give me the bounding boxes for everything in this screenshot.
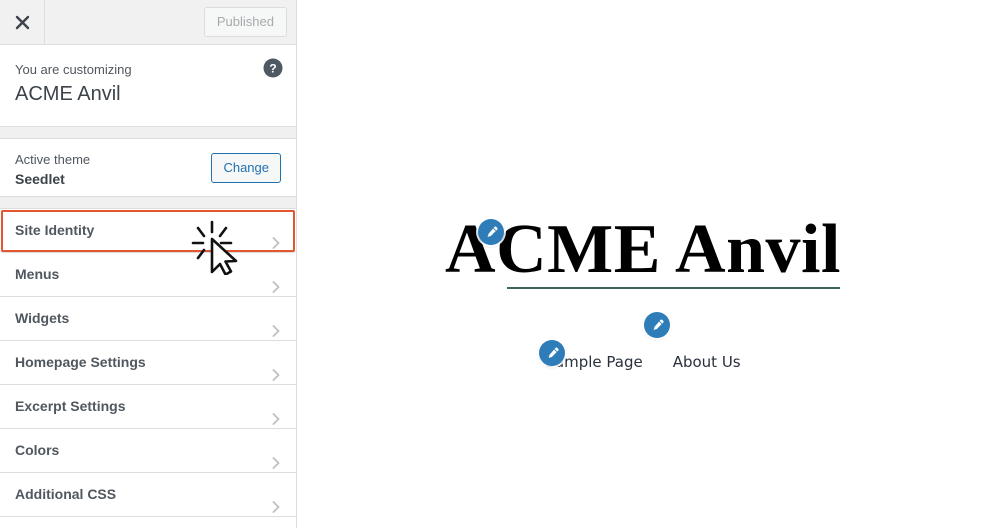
customizing-label: You are customizing <box>15 62 132 77</box>
sidebar-section-colors[interactable]: Colors <box>0 429 296 473</box>
sidebar-section-label: Menus <box>15 266 60 282</box>
edit-menu-shortcut[interactable] <box>644 312 670 338</box>
sidebar-section-site-identity[interactable]: Site Identity <box>0 209 296 253</box>
sidebar-section-label: Homepage Settings <box>15 354 146 370</box>
sidebar-section-homepage-settings[interactable]: Homepage Settings <box>0 341 296 385</box>
customizer-window: Published You are customizing ACME Anvil… <box>0 0 988 528</box>
sidebar-section-excerpt-settings[interactable]: Excerpt Settings <box>0 385 296 429</box>
sidebar-section-label: Widgets <box>15 310 70 326</box>
sidebar-divider-strip-top <box>0 127 296 139</box>
chevron-right-icon <box>269 356 283 381</box>
pencil-icon <box>484 225 499 240</box>
preview-content: ACME Anvil Sample Page About Us <box>298 0 988 528</box>
pencil-icon <box>545 346 560 361</box>
sidebar-section-label: Site Identity <box>15 222 95 238</box>
customizing-site-title: ACME Anvil <box>15 83 121 106</box>
chevron-right-icon <box>269 400 283 425</box>
pencil-icon <box>650 318 665 333</box>
sidebar-section-label: Excerpt Settings <box>15 398 126 414</box>
site-preview-frame: ACME Anvil Sample Page About Us <box>298 0 988 528</box>
close-x-icon <box>15 15 30 30</box>
preview-nav-link[interactable]: About Us <box>673 353 741 371</box>
change-theme-button[interactable]: Change <box>211 153 281 183</box>
chevron-right-icon <box>269 268 283 293</box>
svg-text:?: ? <box>269 61 276 75</box>
edit-nav-shortcut[interactable] <box>539 340 565 366</box>
customizer-sections-list: Site Identity Menus Widgets Homepage Settin… <box>0 209 296 517</box>
edit-site-title-shortcut[interactable] <box>478 219 504 245</box>
sidebar-section-menus[interactable]: Menus <box>0 253 296 297</box>
preview-title-underline <box>507 287 840 289</box>
sidebar-section-label: Colors <box>15 442 60 458</box>
active-theme-panel: Active theme Seedlet Change <box>0 139 296 197</box>
publish-button[interactable]: Published <box>203 7 287 37</box>
sidebar-section-additional-css[interactable]: Additional CSS <box>0 473 296 517</box>
close-customizer-button[interactable] <box>0 0 45 44</box>
chevron-right-icon <box>269 488 283 513</box>
customizer-header-bar: Published <box>0 0 296 45</box>
customizing-info-panel: You are customizing ACME Anvil ? <box>0 45 296 127</box>
chevron-right-icon <box>269 224 283 249</box>
preview-primary-nav: Sample Page About Us <box>298 353 988 371</box>
chevron-right-icon <box>269 312 283 337</box>
sidebar-section-label: Additional CSS <box>15 486 117 502</box>
help-button[interactable]: ? <box>262 57 284 79</box>
sidebar-section-widgets[interactable]: Widgets <box>0 297 296 341</box>
customizer-sidebar: Published You are customizing ACME Anvil… <box>0 0 297 528</box>
preview-site-title: ACME Anvil <box>445 211 841 288</box>
chevron-right-icon <box>269 444 283 469</box>
sidebar-divider-strip-bottom <box>0 197 296 209</box>
help-circle-icon: ? <box>262 58 284 82</box>
